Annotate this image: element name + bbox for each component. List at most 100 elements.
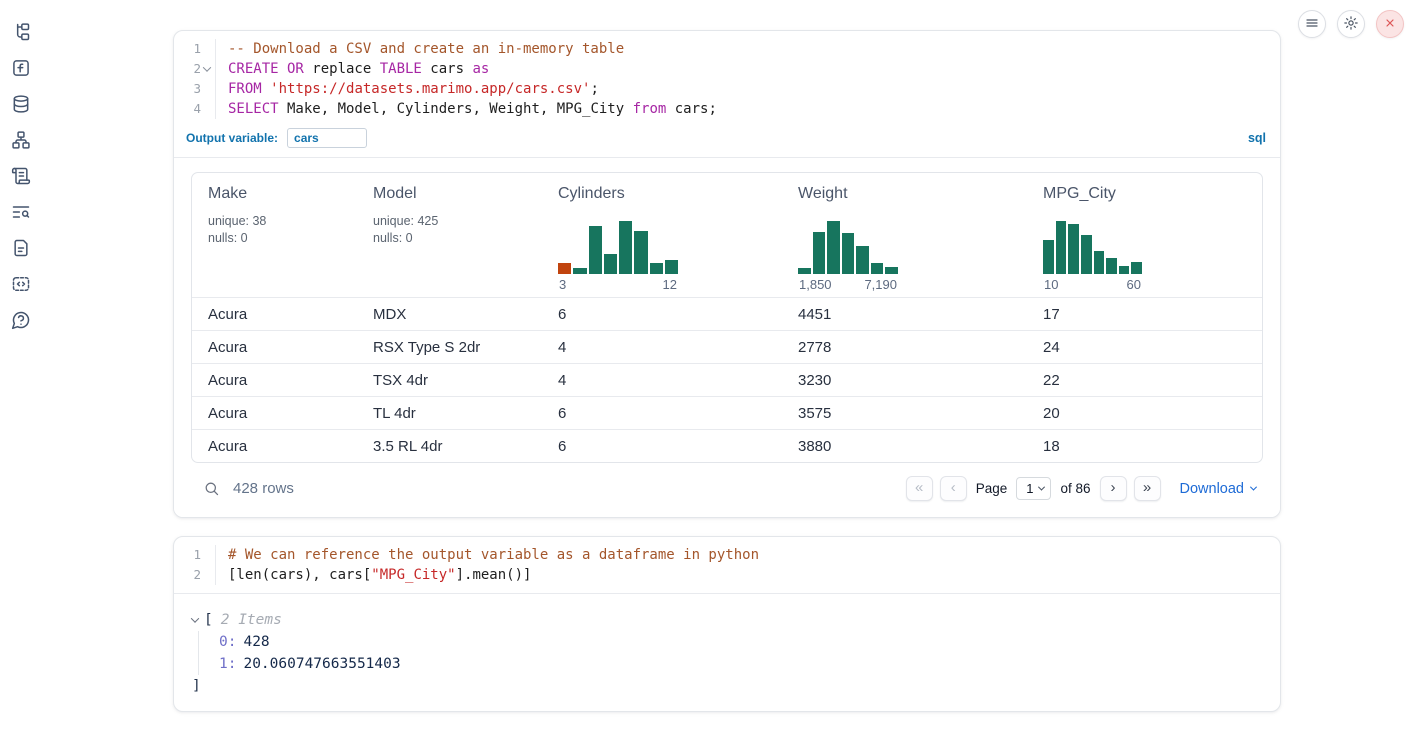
histogram-max-label: 7,190	[864, 277, 897, 292]
table-cell: 3575	[782, 405, 1027, 422]
column-stat: unique: 38	[208, 213, 341, 230]
column-histogram: 1,850 7,190	[798, 221, 898, 292]
column-histogram: 312	[558, 221, 678, 292]
column-header-model[interactable]: Modelunique: 425nulls: 0	[357, 173, 542, 297]
last-page-button[interactable]: »	[1134, 476, 1161, 501]
help-icon[interactable]	[11, 310, 31, 330]
code-text: [len(cars), cars["MPG_City"].mean()]	[216, 565, 531, 585]
column-header-cylinders[interactable]: Cylinders 312	[542, 173, 782, 297]
line-number: 2	[174, 565, 216, 585]
code-text: FROM 'https://datasets.marimo.app/cars.c…	[216, 79, 599, 99]
output-variable-label: Output variable:	[186, 131, 278, 145]
function-icon[interactable]	[11, 58, 31, 78]
code-token: 'https://datasets.marimo.app/cars.csv'	[270, 81, 590, 97]
column-name: Cylinders	[558, 185, 766, 203]
gear-button[interactable]	[1337, 10, 1365, 38]
line-number-text: 2	[193, 565, 201, 585]
code-token: cars;	[666, 101, 717, 117]
code-line[interactable]: 3 FROM 'https://datasets.marimo.app/cars.…	[174, 79, 1280, 99]
line-number: 3	[174, 79, 216, 99]
topbar	[1298, 10, 1404, 38]
tree-children: 0:4281:20.060747663551403	[198, 631, 1262, 675]
column-header-mpg_city[interactable]: MPG_City1060	[1027, 173, 1262, 297]
column-stat: unique: 425	[373, 213, 526, 230]
histogram-bar	[558, 263, 571, 274]
tree-items-count: 2 Items	[221, 609, 282, 631]
collapse-chevron-icon[interactable]	[192, 617, 204, 623]
code-line[interactable]: 1-- Download a CSV and create an in-memo…	[174, 39, 1280, 59]
histogram-bar	[1056, 221, 1067, 274]
table-row: AcuraRSX Type S 2dr4277824	[192, 330, 1262, 363]
table-cell: 4	[542, 372, 782, 389]
sql-output-area: Makeunique: 38nulls: 0Modelunique: 425nu…	[174, 158, 1280, 517]
scratchpad-icon[interactable]	[11, 166, 31, 186]
data-table: Makeunique: 38nulls: 0Modelunique: 425nu…	[191, 172, 1263, 463]
download-label: Download	[1180, 481, 1245, 497]
table-cell: 6	[542, 405, 782, 422]
code-token: from	[633, 101, 667, 117]
close-button[interactable]	[1376, 10, 1404, 38]
code-line[interactable]: 2 CREATE OR replace TABLE cars as	[174, 59, 1280, 79]
line-number-text: 2	[193, 59, 201, 79]
first-page-button[interactable]: «	[906, 476, 933, 501]
table-cell: 24	[1027, 339, 1262, 356]
table-cell: 4	[542, 339, 782, 356]
line-number-text: 1	[193, 39, 201, 59]
next-page-button[interactable]: ›	[1100, 476, 1127, 501]
column-header-make[interactable]: Make unique: 38nulls: 0	[192, 173, 357, 297]
file-tree-icon[interactable]	[11, 22, 31, 42]
histogram-bars	[1043, 221, 1142, 274]
table-cell: TSX 4dr	[357, 372, 542, 389]
column-name: Make	[208, 185, 341, 203]
line-number: 1	[174, 545, 216, 565]
code-token: FROM	[228, 81, 262, 97]
chevron-down-icon	[203, 63, 211, 71]
documentation-icon[interactable]	[11, 238, 31, 258]
histogram-bar	[871, 263, 884, 274]
page-select[interactable]: 1	[1016, 477, 1051, 500]
fold-chevron-icon[interactable]	[201, 66, 213, 72]
histogram-bar	[813, 232, 826, 274]
histogram-max-label: 60	[1127, 277, 1141, 292]
sql-code-editor[interactable]: 1-- Download a CSV and create an in-memo…	[174, 31, 1280, 125]
code-line[interactable]: 2 [len(cars), cars["MPG_City"].mean()]	[174, 565, 1280, 585]
code-token: replace	[304, 61, 380, 77]
code-line[interactable]: 1# We can reference the output variable …	[174, 545, 1280, 565]
database-icon[interactable]	[11, 94, 31, 114]
output-variable-input[interactable]	[287, 128, 367, 148]
code-line[interactable]: 4SELECT Make, Model, Cylinders, Weight, …	[174, 99, 1280, 119]
search-icon[interactable]	[203, 480, 220, 497]
code-token: TABLE	[380, 61, 422, 77]
column-header-weight[interactable]: Weight1,8507,190	[782, 173, 1027, 297]
dependency-graph-icon[interactable]	[11, 130, 31, 150]
table-header-row: Makeunique: 38nulls: 0Modelunique: 425nu…	[192, 173, 1262, 297]
tree-open-bracket: [	[204, 609, 213, 631]
table-cell: TL 4dr	[357, 405, 542, 422]
table-cell: 18	[1027, 438, 1262, 455]
histogram-max-label: 12	[663, 277, 677, 292]
chevron-down-icon	[1250, 484, 1257, 491]
logs-icon[interactable]	[11, 202, 31, 222]
code-text: CREATE OR replace TABLE cars as	[216, 59, 489, 79]
prev-page-button[interactable]: ‹	[940, 476, 967, 501]
line-number-text: 3	[193, 79, 201, 99]
table-cell: 6	[542, 306, 782, 323]
column-stat: nulls: 0	[208, 230, 341, 247]
snippets-icon[interactable]	[11, 274, 31, 294]
column-stats: unique: 38nulls: 0	[208, 213, 341, 247]
tree-entry: 1:20.060747663551403	[219, 653, 1262, 675]
histogram-bars	[558, 221, 678, 274]
column-stat: nulls: 0	[373, 230, 526, 247]
histogram-bar	[1119, 266, 1130, 274]
python-cell: 1# We can reference the output variable …	[173, 536, 1281, 712]
python-code-editor[interactable]: 1# We can reference the output variable …	[174, 537, 1280, 594]
download-button[interactable]: Download	[1180, 481, 1257, 497]
table-cell: Acura	[192, 339, 357, 356]
language-badge[interactable]: sql	[1248, 131, 1266, 145]
output-variable-row: Output variable: sql	[174, 125, 1280, 158]
menu-button[interactable]	[1298, 10, 1326, 38]
code-token: SELECT	[228, 101, 279, 117]
histogram-min-label: 1,850	[799, 277, 832, 292]
line-number: 1	[174, 39, 216, 59]
tree-entry-key: 0:	[219, 631, 236, 653]
